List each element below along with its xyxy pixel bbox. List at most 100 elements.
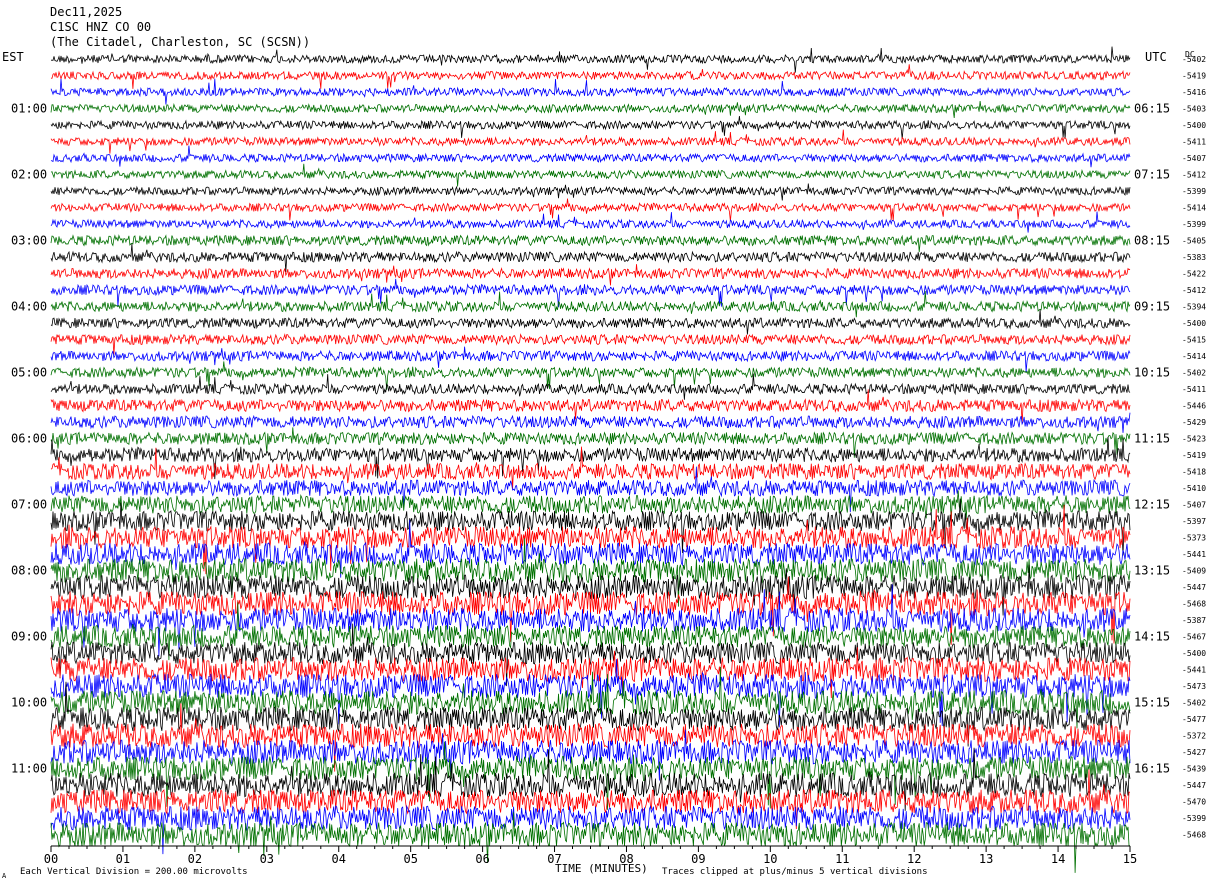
x-axis-title: TIME (MINUTES) (555, 862, 648, 875)
dc-offset-44: -5439 (1182, 765, 1206, 774)
utc-time-labels: 06:15 07:15 08:15 09:15 10:15 11:15 12:15 13:15… (1134, 102, 1170, 776)
trace-16 (50, 290, 1131, 318)
trace-21 (50, 373, 1131, 400)
dc-offset-41: -5477 (1182, 715, 1206, 724)
trace-19 (50, 346, 1131, 373)
station-label: C1SC HNZ CO 00 (50, 20, 152, 34)
est-hour-label: 09:00 (11, 630, 47, 644)
dc-offset-39: -5473 (1182, 682, 1206, 691)
trace-1 (50, 46, 1131, 73)
dc-offset-35: -5387 (1182, 616, 1206, 625)
dc-offset-11: -5399 (1182, 220, 1206, 229)
trace-group (50, 46, 1131, 873)
dc-offset-40: -5402 (1182, 699, 1206, 708)
utc-hour-label: 13:15 (1134, 564, 1170, 578)
corner-mark: A (2, 872, 7, 880)
x-tick-label: 09 (691, 852, 705, 866)
dc-offset-20: -5402 (1182, 369, 1206, 378)
dc-offset-23: -5429 (1182, 418, 1206, 427)
utc-hour-label: 08:15 (1134, 234, 1170, 248)
dc-offset-5: -5400 (1182, 121, 1206, 130)
dc-offset-16: -5394 (1182, 303, 1206, 312)
dc-offset-36: -5467 (1182, 633, 1206, 642)
dc-offset-10: -5414 (1182, 204, 1206, 213)
x-tick-label: 15 (1123, 852, 1137, 866)
dc-offset-19: -5414 (1182, 352, 1206, 361)
trace-31 (50, 519, 1131, 578)
trace-13 (50, 243, 1131, 273)
dc-offset-18: -5415 (1182, 336, 1206, 345)
trace-10 (50, 198, 1131, 222)
trace-2 (50, 64, 1131, 89)
x-tick-label: 11 (835, 852, 849, 866)
trace-14 (50, 264, 1131, 286)
dc-offset-32: -5409 (1182, 567, 1206, 576)
utc-hour-label: 07:15 (1134, 168, 1170, 182)
est-hour-label: 06:00 (11, 432, 47, 446)
trace-17 (50, 309, 1131, 335)
dc-offset-28: -5407 (1182, 501, 1206, 510)
est-hour-label: 08:00 (11, 564, 47, 578)
dc-offset-26: -5418 (1182, 468, 1206, 477)
x-tick-label: 04 (331, 852, 345, 866)
dc-offset-22: -5446 (1182, 402, 1206, 411)
x-tick-label: 10 (763, 852, 777, 866)
trace-6 (50, 129, 1131, 154)
utc-hour-label: 10:15 (1134, 366, 1170, 380)
est-hour-label: 01:00 (11, 102, 47, 116)
date-label: Dec11,2025 (50, 5, 123, 19)
trace-3 (50, 78, 1131, 105)
x-tick-label: 02 (188, 852, 202, 866)
dc-offset-43: -5427 (1182, 748, 1206, 757)
dc-offset-2: -5419 (1182, 72, 1206, 81)
utc-hour-label: 12:15 (1134, 498, 1170, 512)
dc-offset-30: -5373 (1182, 534, 1206, 543)
location-label: (The Citadel, Charleston, SC (SCSN)) (50, 35, 311, 49)
trace-5 (50, 116, 1131, 139)
scale-note: Each Vertical Division = 200.00 microvol… (20, 867, 248, 877)
dc-offset-8: -5412 (1182, 171, 1206, 180)
trace-8 (50, 163, 1131, 187)
utc-hour-label: 14:15 (1134, 630, 1170, 644)
utc-hour-label: 09:15 (1134, 300, 1170, 314)
trace-12 (50, 234, 1131, 253)
dc-offset-7: -5407 (1182, 154, 1206, 163)
dc-offset-29: -5397 (1182, 517, 1206, 526)
est-hour-label: 02:00 (11, 168, 47, 182)
x-tick-label: 13 (979, 852, 993, 866)
dc-offset-4: -5403 (1182, 105, 1206, 114)
dc-offset-45: -5447 (1182, 781, 1206, 790)
dc-offset-15: -5412 (1182, 286, 1206, 295)
est-hour-label: 04:00 (11, 300, 47, 314)
est-hour-label: 07:00 (11, 498, 47, 512)
clip-note: Traces clipped at plus/minus 5 vertical … (662, 867, 928, 877)
dc-offset-12: -5405 (1182, 237, 1206, 246)
dc-offset-38: -5441 (1182, 666, 1206, 675)
trace-18 (50, 333, 1131, 355)
dc-offset-9: -5399 (1182, 187, 1206, 196)
dc-offset-27: -5410 (1182, 484, 1206, 493)
est-hour-label: 10:00 (11, 696, 47, 710)
x-tick-label: 03 (260, 852, 274, 866)
dc-offset-48: -5468 (1182, 831, 1206, 840)
dc-offset-42: -5372 (1182, 732, 1206, 741)
dc-offset-33: -5447 (1182, 583, 1206, 592)
utc-label: UTC (1145, 50, 1167, 64)
utc-hour-label: 16:15 (1134, 762, 1170, 776)
dc-offset-47: -5399 (1182, 814, 1206, 823)
x-tick-label: 14 (1051, 852, 1065, 866)
trace-9 (50, 183, 1131, 201)
utc-hour-label: 06:15 (1134, 102, 1170, 116)
utc-hour-label: 11:15 (1134, 432, 1170, 446)
dc-offset-37: -5400 (1182, 649, 1206, 658)
est-hour-label: 11:00 (11, 762, 47, 776)
dc-offset-24: -5423 (1182, 435, 1206, 444)
trace-4 (50, 101, 1131, 119)
est-hour-label: 03:00 (11, 234, 47, 248)
dc-offset-21: -5411 (1182, 385, 1206, 394)
dc-offset-31: -5441 (1182, 550, 1206, 559)
dc-offset-3: -5416 (1182, 88, 1206, 97)
x-tick-label: 06 (475, 852, 489, 866)
dc-offset-6: -5411 (1182, 138, 1206, 147)
est-hour-label: 05:00 (11, 366, 47, 380)
